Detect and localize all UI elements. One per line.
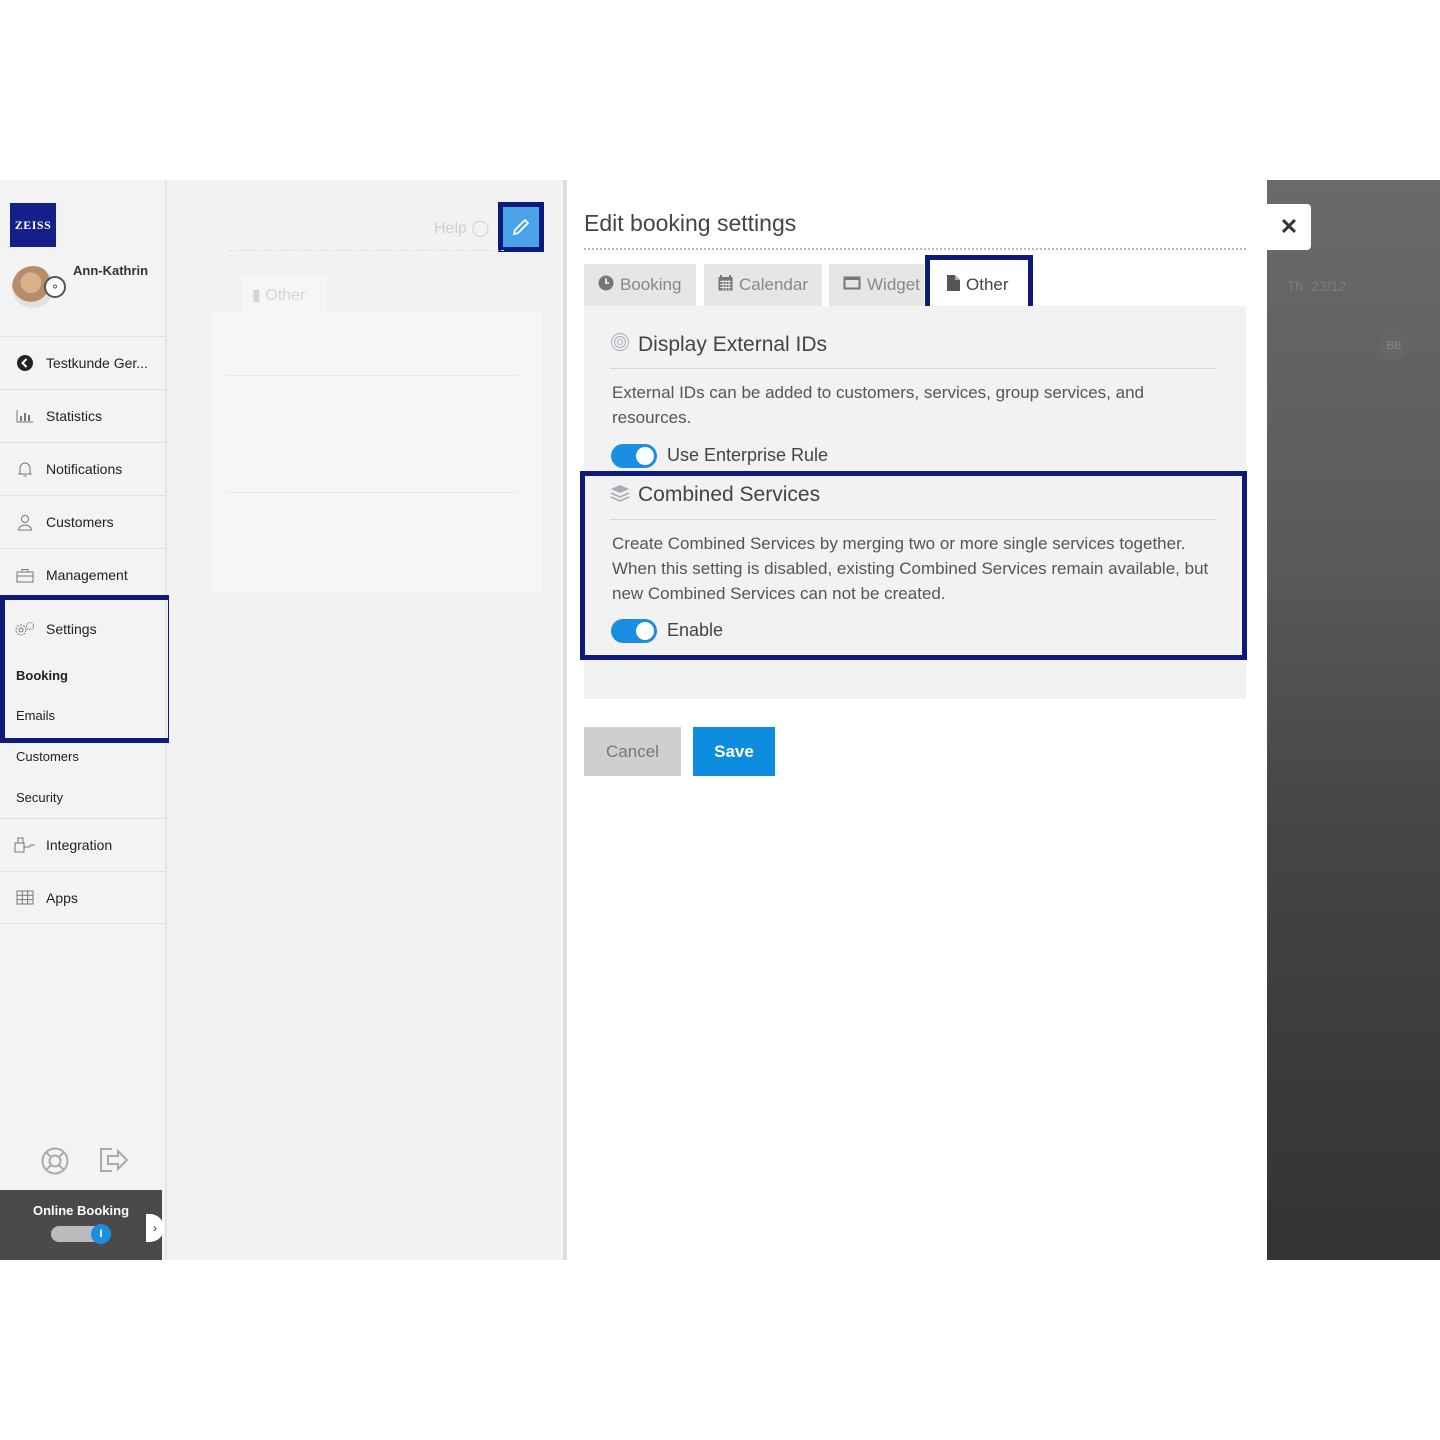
settings-highlight-box xyxy=(0,595,173,743)
sidebar-item-customers[interactable]: Customers xyxy=(0,495,167,548)
tab-widget[interactable]: Widget xyxy=(829,264,924,306)
background-page: Help ◯ ▮ Other xyxy=(169,180,565,1260)
sidebar: ZEISS ⚬ Ann-Kathrin Testkunde Ger... Sta… xyxy=(0,180,173,1260)
integration-icon xyxy=(14,836,36,854)
calendar-icon xyxy=(718,275,733,295)
sidebar-item-statistics[interactable]: Statistics xyxy=(0,389,167,442)
clock-icon xyxy=(598,275,614,295)
use-enterprise-rule-toggle[interactable] xyxy=(611,444,657,468)
online-booking-label: Online Booking xyxy=(32,1203,130,1218)
sidebar-item-testkunde[interactable]: Testkunde Ger... xyxy=(0,336,167,389)
sidebar-sub-security[interactable]: Security xyxy=(0,777,167,817)
divider xyxy=(610,368,1216,369)
sidebar-item-label: Statistics xyxy=(46,408,103,424)
save-button[interactable]: Save xyxy=(693,727,775,776)
pencil-icon xyxy=(512,218,530,236)
sidebar-item-label: Notifications xyxy=(46,461,123,477)
back-circle-icon xyxy=(14,354,36,372)
online-booking-panel: Online Booking xyxy=(0,1190,162,1260)
calendar-date-label: Th. 23/12 xyxy=(1287,278,1347,294)
chart-icon xyxy=(14,407,36,425)
section-external-ids-description: External IDs can be added to customers, … xyxy=(612,383,1144,427)
app-window: ZEISS ⚬ Ann-Kathrin Testkunde Ger... Sta… xyxy=(0,180,1440,1260)
dimmed-background: ✕ Th. 23/12 BB xyxy=(1267,180,1440,1260)
combined-services-highlight-box xyxy=(580,471,1247,660)
edit-booking-settings-dialog: Edit booking settings Booking Calendar W… xyxy=(567,180,1267,1260)
background-tab-other: ▮ Other xyxy=(242,276,327,312)
sidebar-footer-icons xyxy=(40,1146,130,1183)
help-link[interactable]: Help ◯ xyxy=(434,218,489,238)
sidebar-item-integration[interactable]: Integration xyxy=(0,818,167,871)
sidebar-item-label: Customers xyxy=(46,514,114,530)
cancel-button[interactable]: Cancel xyxy=(584,727,681,776)
sidebar-item-label: Testkunde Ger... xyxy=(46,355,148,371)
divider xyxy=(1267,555,1440,556)
edit-pencil-button[interactable] xyxy=(498,202,544,252)
sidebar-item-label: Integration xyxy=(46,837,113,853)
compass-icon[interactable]: ⚬ xyxy=(44,276,66,298)
tab-calendar[interactable]: Calendar xyxy=(704,264,822,306)
background-card xyxy=(212,312,542,592)
sidebar-item-label: Management xyxy=(46,567,128,583)
tab-booking[interactable]: Booking xyxy=(584,264,696,306)
grid-icon xyxy=(14,889,36,907)
close-icon[interactable]: ✕ xyxy=(1267,204,1311,250)
sidebar-item-management[interactable]: Management xyxy=(0,548,167,601)
online-booking-toggle[interactable] xyxy=(51,1224,111,1244)
lightbulb-icon: ◯ xyxy=(471,220,490,237)
briefcase-icon xyxy=(14,566,36,584)
zeiss-logo: ZEISS xyxy=(10,203,56,247)
sidebar-item-apps[interactable]: Apps xyxy=(0,871,167,924)
sidebar-item-label: Apps xyxy=(46,889,78,906)
bell-icon xyxy=(14,460,36,478)
widget-icon xyxy=(843,276,861,294)
logout-icon[interactable] xyxy=(98,1146,130,1183)
divider xyxy=(229,250,504,251)
use-enterprise-rule-label: Use Enterprise Rule xyxy=(667,445,829,465)
sidebar-item-notifications[interactable]: Notifications xyxy=(0,442,167,495)
section-external-ids-title: Display External IDs xyxy=(610,332,827,357)
dialog-title: Edit booking settings xyxy=(584,210,797,236)
fingerprint-icon xyxy=(610,332,632,357)
user-name: Ann-Kathrin xyxy=(73,263,149,278)
lifebuoy-icon[interactable] xyxy=(40,1146,70,1183)
person-icon xyxy=(14,513,36,531)
calendar-avatar: BB xyxy=(1379,331,1409,361)
divider xyxy=(584,248,1246,250)
